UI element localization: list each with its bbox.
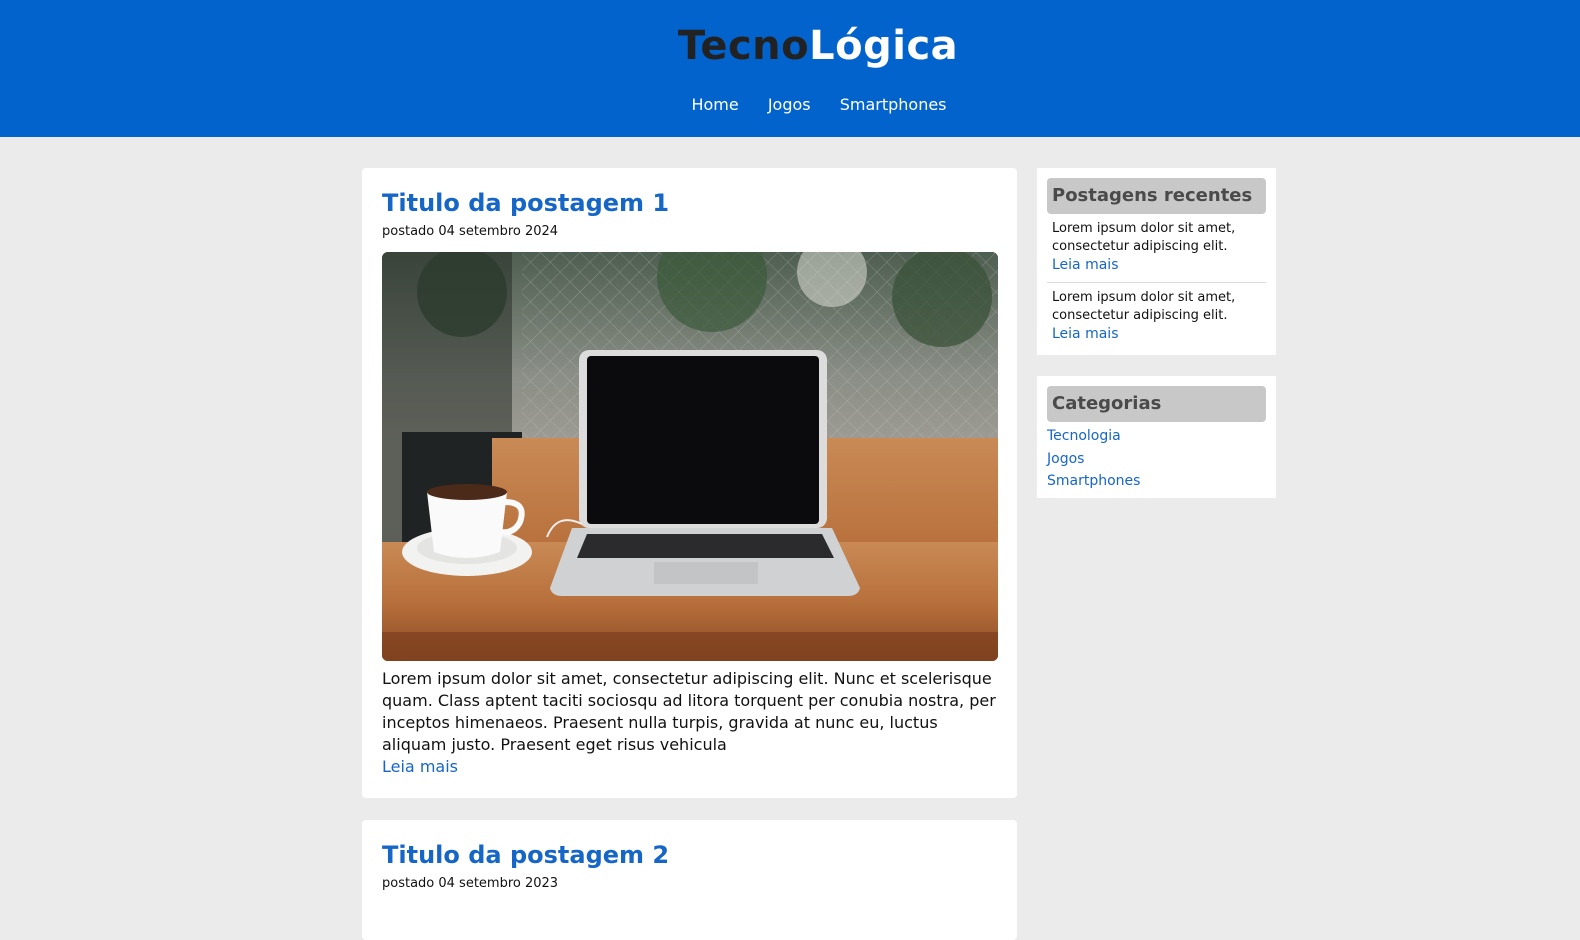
- category-smartphones[interactable]: Smartphones: [1047, 470, 1266, 493]
- post-date: postado 04 setembro 2024: [382, 224, 559, 239]
- nav-smartphones[interactable]: Smartphones: [840, 94, 947, 116]
- recent-post-item: Lorem ipsum dolor sit amet, consectetur …: [1047, 214, 1266, 275]
- categories-widget: Categorias Tecnologia Jogos Smartphones: [1037, 376, 1276, 498]
- recent-post-text: Lorem ipsum dolor sit amet, consectetur …: [1052, 290, 1236, 323]
- nav-home[interactable]: Home: [691, 94, 738, 116]
- site-header: TecnoLógica Home Jogos Smartphones: [0, 0, 1580, 137]
- recent-post-read-more[interactable]: Leia mais: [1052, 325, 1262, 344]
- post-title[interactable]: Titulo da postagem 1: [382, 188, 997, 218]
- category-tecnologia[interactable]: Tecnologia: [1047, 425, 1266, 448]
- laptop-coffee-illustration: [382, 252, 998, 661]
- read-more-link[interactable]: Leia mais: [382, 756, 997, 778]
- recent-post-text: Lorem ipsum dolor sit amet, consectetur …: [1052, 221, 1236, 254]
- logo-text-logica: Lógica: [809, 23, 959, 69]
- recent-posts-widget: Postagens recentes Lorem ipsum dolor sit…: [1037, 168, 1276, 355]
- widget-title-categories: Categorias: [1047, 386, 1266, 422]
- nav-jogos[interactable]: Jogos: [768, 94, 811, 116]
- site-logo[interactable]: TecnoLógica: [0, 22, 1580, 70]
- category-list: Tecnologia Jogos Smartphones: [1047, 425, 1266, 493]
- post-card: Titulo da postagem 2 postado 04 setembro…: [362, 820, 1017, 940]
- logo-text-tecno: Tecno: [677, 23, 810, 69]
- post-excerpt: Lorem ipsum dolor sit amet, consectetur …: [382, 669, 996, 754]
- recent-post-item: Lorem ipsum dolor sit amet, consectetur …: [1047, 282, 1266, 344]
- category-jogos[interactable]: Jogos: [1047, 448, 1266, 471]
- post-title[interactable]: Titulo da postagem 2: [382, 840, 997, 870]
- post-card: Titulo da postagem 1 postado 04 setembro…: [362, 168, 1017, 798]
- post-image-laptop-coffee: [382, 252, 998, 661]
- main-nav: Home Jogos Smartphones: [0, 94, 1580, 116]
- post-date: postado 04 setembro 2023: [382, 876, 559, 891]
- recent-post-read-more[interactable]: Leia mais: [1052, 256, 1262, 275]
- widget-title-recent: Postagens recentes: [1047, 178, 1266, 214]
